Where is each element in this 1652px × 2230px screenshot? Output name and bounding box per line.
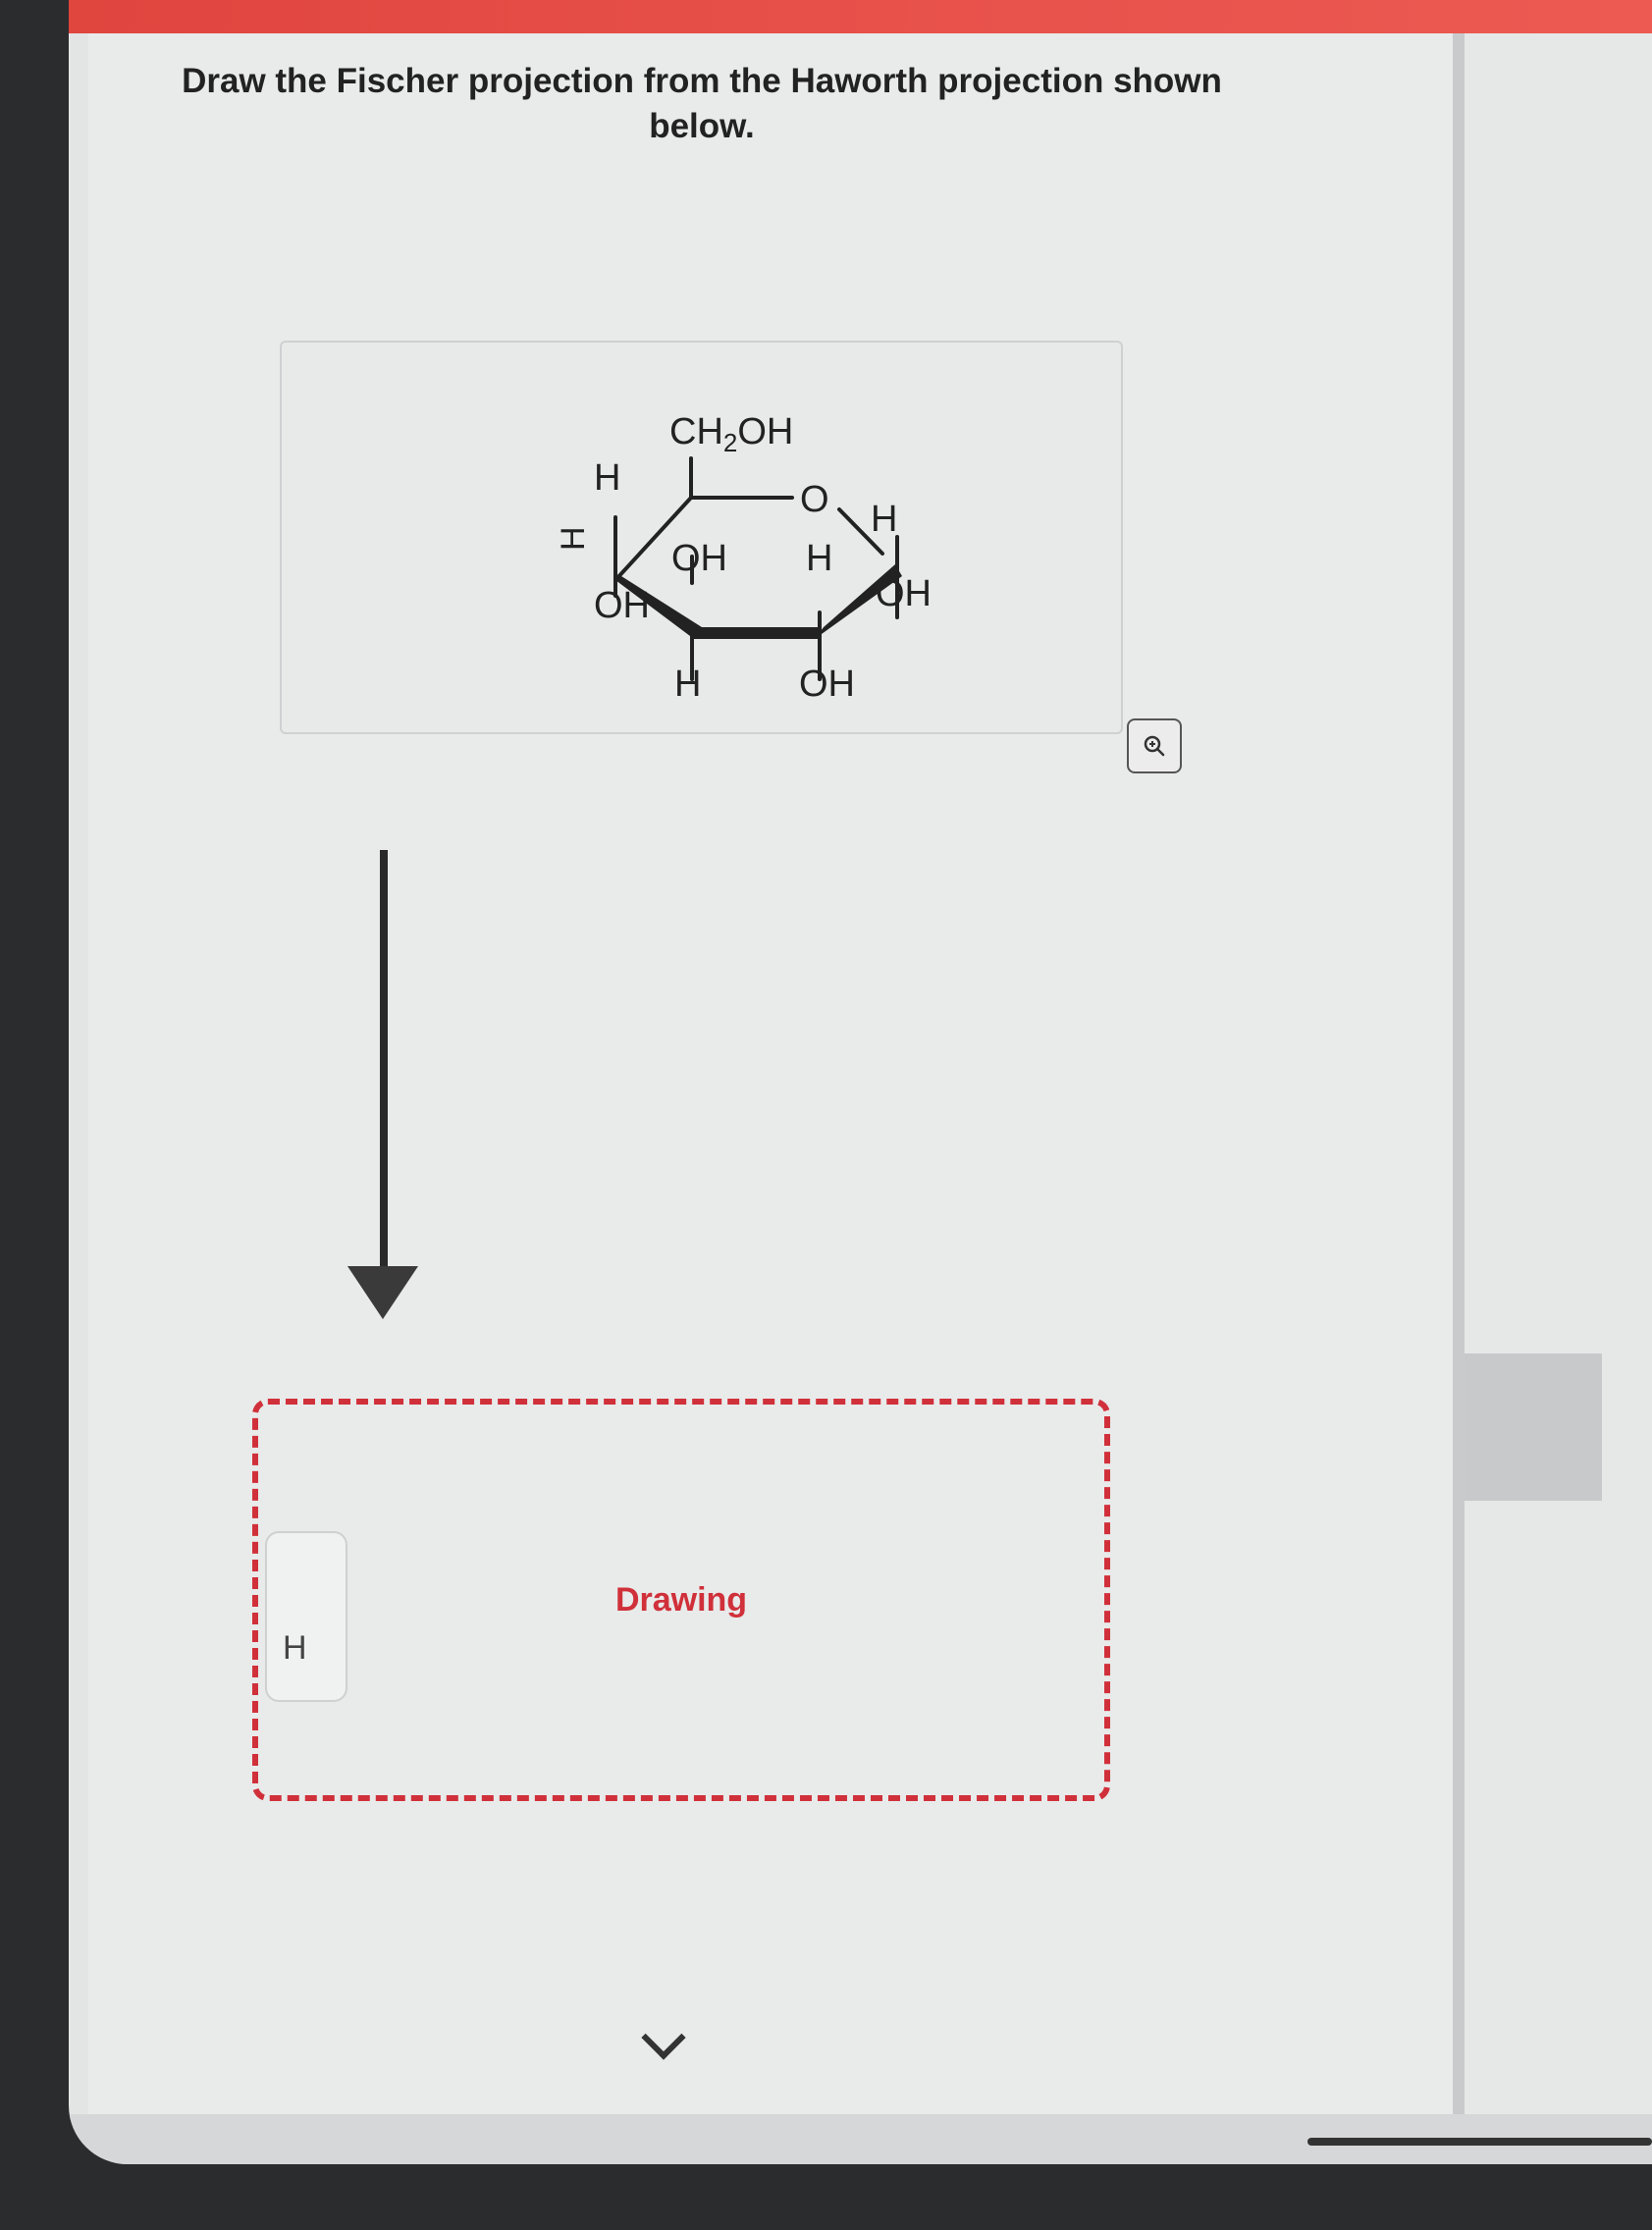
- label-c1-oh: OH: [876, 573, 932, 614]
- label-c4-h: H: [674, 664, 701, 705]
- home-indicator[interactable]: [1307, 2138, 1652, 2146]
- label-c2-oh: OH: [799, 664, 855, 705]
- side-panel-block: [1465, 1354, 1602, 1501]
- drawing-area[interactable]: Drawing: [252, 1399, 1110, 1801]
- label-ring-oxygen: O: [800, 479, 829, 520]
- down-arrow-shaft: [380, 850, 388, 1276]
- ring-bond-c3-c2: [694, 627, 820, 639]
- haworth-structure: CH2OH O H H OH OH H OH H OH H: [555, 411, 932, 705]
- label-c5-h: H: [594, 457, 620, 499]
- label-c2-h: H: [806, 538, 832, 579]
- zoom-in-icon: [1144, 735, 1165, 757]
- screen: H: [69, 0, 1652, 2164]
- down-arrow-icon: [347, 1266, 418, 1319]
- question-text: Draw the Fischer projection from the Haw…: [118, 59, 1286, 149]
- haworth-projection-figure: CH2OH O H H OH OH H OH H OH H: [280, 341, 1123, 734]
- drawing-label[interactable]: Drawing: [615, 1581, 747, 1619]
- label-c3-oh: OH: [594, 585, 650, 626]
- question-line-2: below.: [649, 107, 755, 145]
- side-panel: [1465, 33, 1652, 2164]
- zoom-button[interactable]: [1127, 718, 1182, 773]
- label-c4-oh: OH: [671, 538, 727, 579]
- label-c3-h: H: [555, 526, 592, 551]
- panel-divider[interactable]: [1453, 33, 1465, 2114]
- label-c1-h: H: [871, 499, 897, 540]
- top-header-bar: [69, 0, 1652, 33]
- question-line-1: Draw the Fischer projection from the Haw…: [182, 62, 1222, 100]
- label-ch2oh: CH2OH: [669, 411, 793, 457]
